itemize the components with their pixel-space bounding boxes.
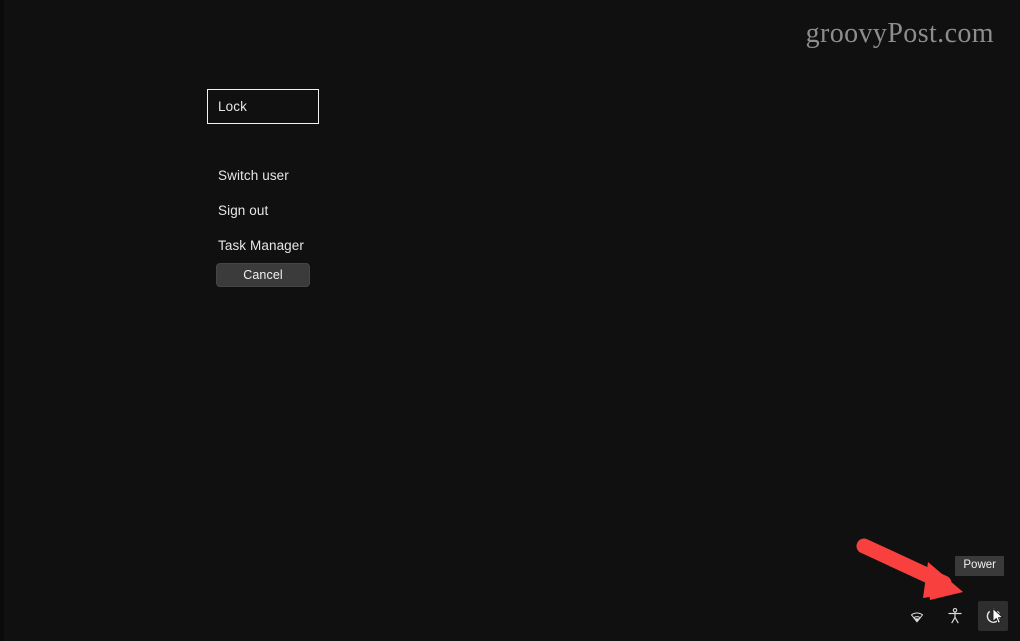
network-icon	[908, 607, 926, 625]
power-button[interactable]	[978, 601, 1008, 631]
menu-item-switch-user-label: Switch user	[218, 167, 289, 183]
menu-item-lock-label: Lock	[218, 98, 247, 114]
system-tray	[902, 601, 1008, 631]
menu-item-task-manager-label: Task Manager	[218, 237, 304, 253]
accessibility-icon	[946, 607, 964, 625]
power-tooltip: Power	[955, 555, 1004, 576]
menu-item-sign-out-label: Sign out	[218, 202, 269, 218]
cancel-button[interactable]: Cancel	[216, 263, 310, 287]
annotation-arrow	[856, 538, 963, 600]
menu-item-sign-out[interactable]: Sign out	[207, 193, 319, 228]
cancel-button-label: Cancel	[243, 268, 283, 282]
security-options-menu: Lock Switch user Sign out Task Manager	[207, 89, 319, 263]
accessibility-button[interactable]	[940, 601, 970, 631]
network-button[interactable]	[902, 601, 932, 631]
watermark-groovypost: groovyPost.com	[805, 18, 994, 49]
menu-item-switch-user[interactable]: Switch user	[207, 158, 319, 193]
menu-spacer-1	[207, 124, 319, 158]
security-options-screen: groovyPost.com Lock Switch user Sign out…	[0, 0, 1020, 641]
power-icon	[984, 607, 1003, 626]
menu-item-lock[interactable]: Lock	[207, 89, 319, 124]
menu-item-task-manager[interactable]: Task Manager	[207, 228, 319, 263]
cancel-button-wrapper: Cancel	[216, 263, 310, 287]
